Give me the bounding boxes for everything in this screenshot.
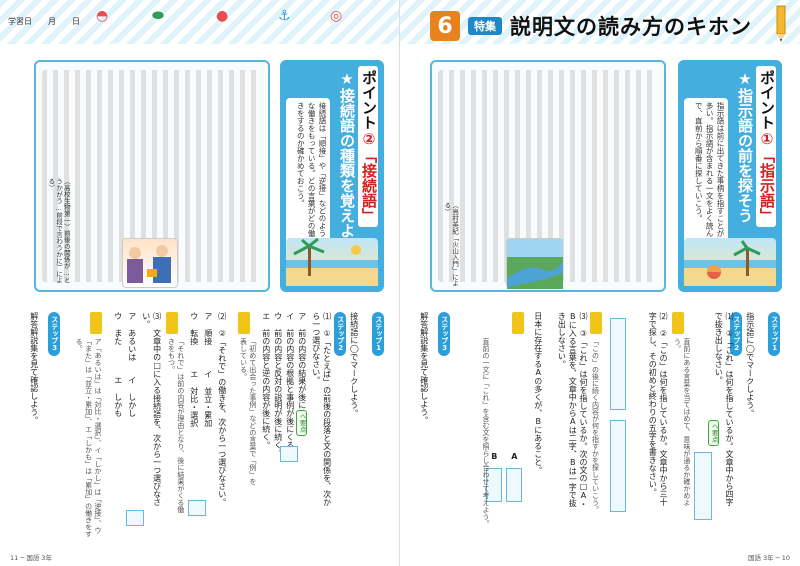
passage-box-left: （高校生物第一）前後の関係が…とうかがう…前段で言わうかに）による） — [34, 60, 270, 292]
point-keyword-left: 「接続語」 — [360, 148, 378, 223]
step3-text-right: 解答解説集を見て確認しよう。 — [419, 312, 429, 424]
q2-title-left: ⑵ ②「それで」の働きを、次から一つ選びなさい。 — [217, 312, 227, 506]
study-month-label: 月 — [48, 17, 56, 26]
special-badge: 特集 — [468, 17, 502, 35]
study-date: 学習日 月 日 — [8, 16, 80, 27]
passage-caption-left: （高校生物第一）前後の関係が…とうかがう…前段で言わうかに）による） — [46, 178, 71, 284]
point-heading-left: ポイント②「接続語」 — [358, 66, 378, 227]
folio-right: 国語 3年 ─ 10 — [747, 554, 790, 562]
step2-badge-left: ステップ2 — [334, 312, 346, 356]
anchor-icon: ⚓ — [278, 8, 291, 24]
page-title: 説明文の読み方のキホン — [510, 15, 752, 39]
q2-note-left: 「それで」は前の内容が理由となり、後に結果がくる働きをもつ。 — [167, 338, 185, 513]
hint-badge-2-left — [166, 312, 178, 334]
q3-sentence-right: 日本に存在するAの多くが、Bにあること。 — [533, 312, 543, 474]
q3-option-a-left: ア あるいは — [127, 312, 137, 361]
lifebuoy-icon: ◎ — [330, 8, 343, 24]
q3-option-c-left: ウ また — [113, 312, 123, 345]
beach-scene-right — [684, 238, 776, 286]
passage-caption-right: （島村英紀「火山入門」による） — [442, 202, 459, 287]
answer-box-q1-right[interactable] — [694, 452, 712, 520]
q2-note-right: 「この」の後に続く内容が何を指すかを探していこう。 — [591, 338, 600, 513]
study-day-label: 日 — [72, 17, 80, 26]
answer-box-q2-left[interactable] — [188, 500, 206, 516]
q1-option-c-left: ウ 前の内容と反対の説明が後に続く。 — [273, 312, 283, 457]
green-badge-1-left: ヘ要点 — [296, 410, 308, 436]
label-a: A — [509, 452, 519, 461]
folio-left: 11 ─ 国語 3年 — [10, 554, 53, 562]
hint-badge-2-right — [590, 312, 602, 334]
point-desc-right: 指示語は前に出てきた事柄を指すことが多い。指示語が含まれる一文をよく読んで、直前… — [684, 98, 728, 248]
hint-badge-3-right — [512, 312, 524, 334]
hint-badge-1-left — [238, 312, 250, 334]
q3-title-left: ⑶ 文章中の□に入る接続語を、次から一つ選びなさい。 — [141, 312, 162, 506]
step1-text-left: 接続語に◯でマークしよう。 — [349, 312, 359, 417]
point-panel-left: ポイント②「接続語」 ★接続語の種類を覚えよう 接続語は「順接」や「逆接」などの… — [280, 60, 384, 292]
left-page: 学習日 月 日 ◓ ⬬ ● ⚓ ◎ （高校生物第一）前後の関係が…とうかがう…前… — [0, 0, 400, 566]
q3-option-d-left: エ しかも — [113, 376, 123, 417]
point-number-left: ② — [360, 130, 378, 148]
point-label-left: ポイント — [360, 70, 378, 130]
answer-box-q2-start[interactable] — [610, 318, 626, 410]
step3-text-left: 解答解説集を見て確認しよう。 — [29, 312, 39, 424]
answer-box-q3-a[interactable] — [506, 468, 522, 502]
q3-option-b-left: イ しかし — [127, 376, 137, 417]
green-badge-1-right: ヘ要点 — [708, 420, 720, 446]
answer-box-q3-left[interactable] — [126, 510, 144, 526]
hint-badge-1-right — [672, 312, 684, 334]
point-heading-right: ポイント①「指示語」 — [756, 66, 776, 227]
q2-option-d-left: エ 対比・選択 — [189, 370, 199, 427]
point-number-right: ① — [758, 130, 776, 148]
pill-icon: ⬬ — [152, 8, 164, 24]
point-subtitle-left: ★接続語の種類を覚えよう — [338, 70, 356, 253]
q1-option-d-left: エ 前の内容と逆の内容が後に続く。 — [261, 312, 271, 449]
point-panel-right: ポイント①「指示語」 ★指示語の前を探そう 指示語は前に出てきた事柄を指すことが… — [678, 60, 782, 292]
section-number: 6 — [430, 11, 460, 41]
point-label-right: ポイント — [758, 70, 776, 130]
q3-note-left: ア「あるいは」は「対比・選択」、イ「しかし」は「逆接」、ウ「また」は「並立・累加… — [75, 338, 102, 538]
step1-badge-left: ステップ1 — [372, 312, 384, 356]
q1-note-right: 直前にある言葉を当てはめて、意味が通るか確かめよう。 — [673, 338, 691, 506]
tomato-icon: ● — [216, 8, 229, 24]
answer-box-q1-left[interactable] — [280, 446, 298, 462]
study-date-label: 学習日 — [8, 17, 32, 26]
q1-note-left: 「初めて出会った事例」などの言葉で「例」を表している。 — [239, 338, 257, 485]
point-desc-left: 接続語は「順接」や「逆接」などのような働きをもっている。どの言葉がどの働きをする… — [286, 98, 330, 248]
q2-title-right: ⑵ ②「この」は何を指しているか。文章中から三十字で探し、その初めと終わりの五字… — [648, 312, 668, 506]
shop-illustration — [122, 238, 178, 288]
step3-badge-right: ステップ3 — [438, 312, 450, 356]
q3-note-right: 直前の一文に「これ」を含む文を照らし合わせて考えよう。 — [482, 338, 490, 527]
answer-box-q2-end[interactable] — [610, 420, 626, 512]
point-keyword-right: 「指示語」 — [758, 148, 776, 223]
q1-option-b-left: イ 前の内容の根拠と事例が後にくる。 — [285, 312, 295, 457]
step3-badge-left: ステップ3 — [48, 312, 60, 356]
river-illustration — [506, 238, 563, 289]
beach-scene-left — [286, 237, 378, 286]
pencil-icon — [776, 5, 786, 42]
passage-box-right: （島村英紀「火山入門」による） — [430, 60, 666, 292]
q3-title-right: ⑶ ③「これ」は何を指しているか。次の文の□A・Bに入る言葉を、文章中からAは二… — [557, 312, 588, 508]
q1-title-left: ⑴ ①「たとえば」の前後の段落と文の関係を、次から一つ選びなさい。 — [311, 312, 332, 506]
step1-text-right: 指示語に◯でマークしよう。 — [745, 312, 755, 417]
title-bar: 6 特集 説明文の読み方のキホン — [430, 6, 760, 46]
right-page: 6 特集 説明文の読み方のキホン （島村英紀「火山入門」による） ポイント①「指… — [400, 0, 800, 566]
hint-badge-3-left — [90, 312, 102, 334]
point-subtitle-right: ★指示語の前を探そう — [736, 70, 754, 223]
watermelon-icon: ◓ — [96, 8, 109, 24]
q2-option-b-left: イ 並立・累加 — [203, 370, 213, 427]
step1-badge-right: ステップ1 — [768, 312, 780, 356]
